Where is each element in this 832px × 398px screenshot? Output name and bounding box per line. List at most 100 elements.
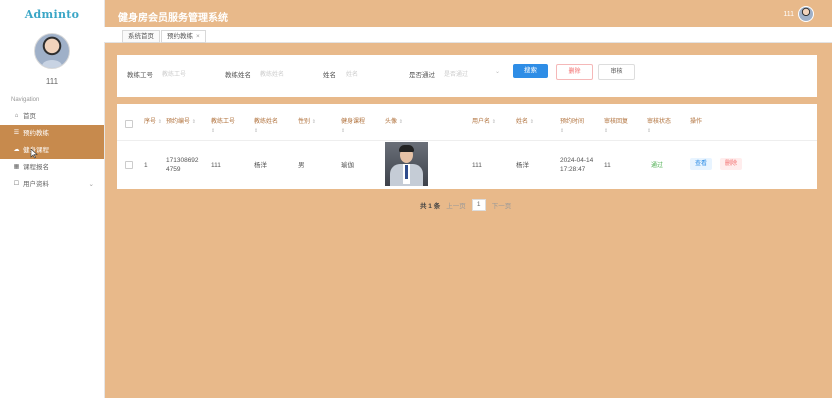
batch-delete-button[interactable]: 删除 (556, 64, 593, 80)
cell-username: 111 (472, 162, 482, 169)
col-header-username[interactable]: 用户名 ⇕ (472, 118, 496, 127)
cell-course: 瑜伽 (341, 162, 354, 169)
name-input[interactable]: 姓名 (346, 69, 358, 78)
coach-name-label: 教练姓名 (225, 72, 251, 79)
sidebar-username: 111 (45, 77, 59, 86)
sort-icon[interactable]: ⇕ (604, 128, 608, 134)
prev-page-button[interactable]: 上一页 (446, 200, 466, 210)
sort-icon[interactable]: ⇕ (560, 128, 564, 134)
view-button[interactable]: 查看 (690, 158, 712, 170)
audit-button[interactable]: 审核 (598, 64, 635, 80)
tab-home[interactable]: 系统首页 (122, 30, 160, 43)
sidebar-item-course-signup[interactable]: ▦ 课程报名 (0, 159, 104, 176)
col-header-index[interactable]: 序号 ⇕ (144, 118, 162, 127)
sort-icon[interactable]: ⇕ (647, 128, 651, 134)
col-header-order-no[interactable]: 预约编号 ⇕ (166, 118, 196, 127)
sort-icon[interactable]: ⇕ (399, 119, 403, 125)
header-label: 预约时间 (560, 119, 585, 125)
sidebar-item-home[interactable]: ⌂ 首页 (0, 108, 104, 125)
sidebar-nav: ⌂ 首页 ☰ 预约教练 ☁ 健身课程 ▦ 课程报名 ☐ 用户资料 ⌄ (0, 108, 104, 193)
app-logo[interactable]: Adminto (0, 0, 104, 28)
col-header-avatar[interactable]: 头像 ⇕ (385, 118, 403, 127)
sidebar-item-label: 用户资料 (23, 181, 49, 188)
search-button[interactable]: 搜索 (513, 64, 548, 78)
pagination: 共 1 条 上一页 1 下一页 (420, 199, 511, 211)
mouse-cursor-icon (30, 149, 38, 159)
col-header-coach-id[interactable]: 教练工号 ⇕ (211, 118, 235, 136)
sort-icon[interactable]: ⇕ (192, 119, 196, 125)
date-part: 2024-04-14 (560, 157, 594, 164)
cell-coach-id: 111 (211, 162, 221, 169)
col-header-name[interactable]: 姓名 ⇕ (516, 118, 534, 127)
header-label: 健身课程 (341, 119, 366, 125)
sidebar-item-user-profile[interactable]: ☐ 用户资料 ⌄ (0, 176, 104, 193)
order-no-part: 4759 (166, 166, 181, 173)
list-icon: ☰ (13, 130, 20, 136)
coach-photo[interactable] (385, 142, 428, 186)
sort-icon[interactable]: ⇕ (492, 119, 496, 125)
col-header-coach-name[interactable]: 教练姓名 ⇕ (254, 118, 278, 136)
sort-icon[interactable]: ⇕ (341, 128, 345, 134)
tab-label: 预约教练 (167, 33, 193, 40)
header-label: 性别 (298, 119, 311, 125)
sidebar-item-fitness-course[interactable]: ☁ 健身课程 (0, 142, 104, 159)
time-part: 17:28:47 (560, 166, 586, 173)
approved-select[interactable]: 是否通过 (444, 69, 468, 78)
header-label: 教练工号 (211, 119, 236, 125)
cell-booking-time: 2024-04-14 17:28:47 (560, 156, 593, 174)
cell-index: 1 (144, 162, 148, 169)
header-label: 用户名 (472, 119, 491, 125)
coach-name-input[interactable]: 教练姓名 (260, 69, 284, 78)
sort-icon[interactable]: ⇕ (530, 119, 534, 125)
col-header-course[interactable]: 健身课程 ⇕ (341, 118, 365, 136)
tab-coach-booking[interactable]: 预约教练 × (161, 30, 206, 43)
cloud-icon: ☁ (13, 147, 20, 153)
data-table: 序号 ⇕ 预约编号 ⇕ 教练工号 ⇕ 教练姓名 ⇕ 性别 ⇕ 健身课程 ⇕ 头像 ⇕ … (117, 104, 817, 189)
user-avatar (34, 33, 70, 69)
grid-icon: ▦ (13, 164, 20, 170)
photo-hair (399, 145, 414, 152)
cell-name: 杨洋 (516, 162, 529, 169)
sidebar-item-label: 首页 (23, 113, 36, 120)
avatar[interactable] (798, 6, 814, 22)
coach-id-input[interactable]: 教练工号 (162, 69, 186, 78)
cell-coach-name: 杨洋 (254, 162, 267, 169)
header-label: 操作 (690, 119, 703, 125)
total-count: 共 1 条 (420, 203, 441, 210)
sort-icon[interactable]: ⇕ (312, 119, 316, 125)
page-number-button[interactable]: 1 (471, 199, 486, 211)
cell-gender: 男 (298, 162, 305, 169)
header-label: 预约编号 (166, 119, 191, 125)
close-icon[interactable]: × (196, 33, 200, 40)
tab-label: 系统首页 (128, 33, 154, 40)
name-label: 姓名 (323, 72, 336, 79)
header-divider (117, 140, 817, 141)
header-label: 序号 (144, 119, 157, 125)
col-header-audit-reply[interactable]: 审核回复 ⇕ (604, 118, 628, 136)
col-header-actions: 操作 (690, 118, 702, 127)
sidebar: Adminto 111 Navigation ⌂ 首页 ☰ 预约教练 ☁ 健身课… (0, 0, 105, 398)
page-title: 健身房会员服务管理系统 (118, 13, 228, 24)
sort-icon[interactable]: ⇕ (254, 128, 258, 134)
sort-icon[interactable]: ⇕ (211, 128, 215, 134)
top-user-menu[interactable]: 111 (783, 6, 814, 22)
cell-audit-reply: 11 (604, 162, 611, 169)
sidebar-item-label: 预约教练 (23, 130, 49, 137)
col-header-audit-status[interactable]: 审核状态 ⇕ (647, 118, 671, 136)
photo-tie (405, 165, 408, 179)
delete-button[interactable]: 删除 (720, 158, 742, 170)
next-page-button[interactable]: 下一页 (492, 200, 512, 210)
sort-icon[interactable]: ⇕ (158, 119, 162, 125)
header-label: 审核回复 (604, 119, 629, 125)
nav-section-label: Navigation (11, 97, 40, 103)
header-label: 审核状态 (647, 119, 672, 125)
sidebar-item-label: 课程报名 (23, 164, 49, 171)
select-all-checkbox[interactable] (125, 120, 133, 128)
col-header-booking-time[interactable]: 预约时间 ⇕ (560, 118, 584, 136)
order-no-part: 171308692 (166, 157, 199, 164)
sidebar-item-coach-booking[interactable]: ☰ 预约教练 (0, 125, 104, 142)
col-header-gender[interactable]: 性别 ⇕ (298, 118, 316, 127)
home-icon: ⌂ (14, 113, 19, 119)
row-checkbox[interactable] (125, 161, 133, 169)
cell-order-no: 171308692 4759 (166, 156, 199, 174)
